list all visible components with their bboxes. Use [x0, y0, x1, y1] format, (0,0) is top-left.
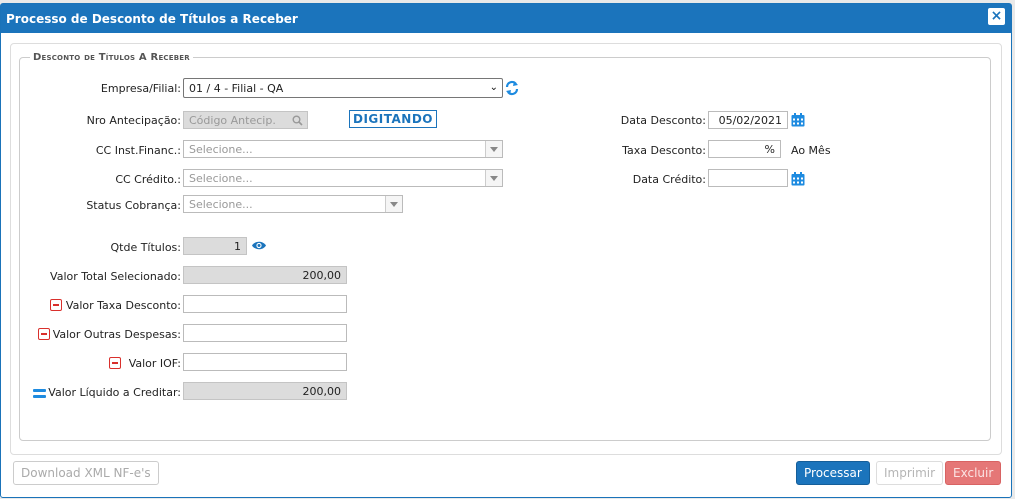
valor-liquido-field: 200,00 — [183, 382, 347, 400]
download-xml-button[interactable]: Download XML NF-e's — [13, 461, 159, 485]
refresh-icon[interactable] — [505, 80, 519, 96]
minus-icon — [109, 357, 121, 369]
valor-outras-despesas-label: Valor Outras Despesas: — [52, 328, 181, 341]
cc-inst-financ-select[interactable]: Selecione... — [183, 140, 503, 158]
close-button[interactable]: × — [988, 8, 1005, 25]
data-credito-label: Data Crédito: — [632, 173, 706, 186]
valor-iof-label: Valor IOF: — [128, 357, 181, 370]
empresa-filial-label: Empresa/Filial: — [100, 82, 181, 95]
status-cobranca-select[interactable]: Selecione... — [183, 195, 403, 213]
data-credito-input[interactable] — [708, 169, 788, 187]
empresa-filial-select[interactable]: 01 / 4 - Filial - QA ⌄ — [183, 78, 503, 98]
qtde-titulos-label: Qtde Títulos: — [110, 241, 181, 254]
dialog-title: Processo de Desconto de Títulos a Recebe… — [6, 12, 298, 26]
cc-inst-financ-label: CC Inst.Financ.: — [95, 144, 181, 157]
cc-inst-financ-placeholder: Selecione... — [189, 143, 253, 156]
status-cobranca-label: Status Cobrança: — [86, 199, 181, 212]
minus-icon — [38, 328, 50, 340]
cc-credito-select[interactable]: Selecione... — [183, 169, 503, 187]
nro-antecipacao-placeholder: Código Antecip. — [189, 114, 276, 127]
cc-credito-placeholder: Selecione... — [189, 172, 253, 185]
cc-credito-label: CC Crédito.: — [115, 173, 181, 186]
chevron-down-icon[interactable] — [385, 196, 402, 212]
valor-outras-despesas-input[interactable] — [183, 324, 347, 342]
imprimir-button[interactable]: Imprimir — [876, 461, 944, 485]
equals-icon — [33, 389, 46, 398]
chevron-down-icon[interactable] — [485, 141, 502, 157]
fieldset-legend: Desconto de Títulos A Receber — [33, 52, 190, 63]
status-cobranca-placeholder: Selecione... — [189, 198, 253, 211]
valor-taxa-desconto-input[interactable] — [183, 295, 347, 313]
data-desconto-label: Data Desconto: — [620, 114, 706, 127]
calendar-icon[interactable] — [791, 113, 805, 127]
eye-icon[interactable] — [251, 240, 267, 251]
nro-antecipacao-label: Nro Antecipação: — [86, 114, 181, 127]
search-icon[interactable] — [292, 115, 303, 126]
nro-antecipacao-input[interactable]: Código Antecip. — [183, 111, 308, 129]
processar-button[interactable]: Processar — [796, 461, 870, 485]
valor-total-field: 200,00 — [183, 266, 347, 284]
valor-liquido-label: Valor Líquido a Creditar: — [48, 386, 181, 399]
valor-iof-input[interactable] — [183, 353, 347, 371]
dialog-titlebar: Processo de Desconto de Títulos a Recebe… — [1, 4, 1011, 33]
taxa-unit-label: Ao Mês — [791, 144, 831, 157]
qtde-titulos-field: 1 — [183, 237, 247, 255]
calendar-icon[interactable] — [791, 172, 805, 186]
valor-total-label: Valor Total Selecionado: — [50, 270, 181, 283]
taxa-desconto-input[interactable]: % — [708, 140, 781, 158]
data-desconto-input[interactable]: 05/02/2021 — [708, 111, 788, 129]
dialog-window: Processo de Desconto de Títulos a Recebe… — [0, 3, 1012, 498]
valor-taxa-desconto-label: Valor Taxa Desconto: — [65, 299, 181, 312]
content-panel: Desconto de Títulos A Receber Empresa/Fi… — [10, 43, 1002, 455]
empresa-filial-value: 01 / 4 - Filial - QA — [189, 82, 284, 95]
chevron-down-icon: ⌄ — [489, 82, 498, 93]
taxa-desconto-label: Taxa Desconto: — [622, 144, 706, 157]
status-badge: DIGITANDO — [349, 110, 437, 128]
excluir-button[interactable]: Excluir — [945, 461, 1002, 485]
minus-icon — [50, 299, 62, 311]
chevron-down-icon[interactable] — [485, 170, 502, 186]
